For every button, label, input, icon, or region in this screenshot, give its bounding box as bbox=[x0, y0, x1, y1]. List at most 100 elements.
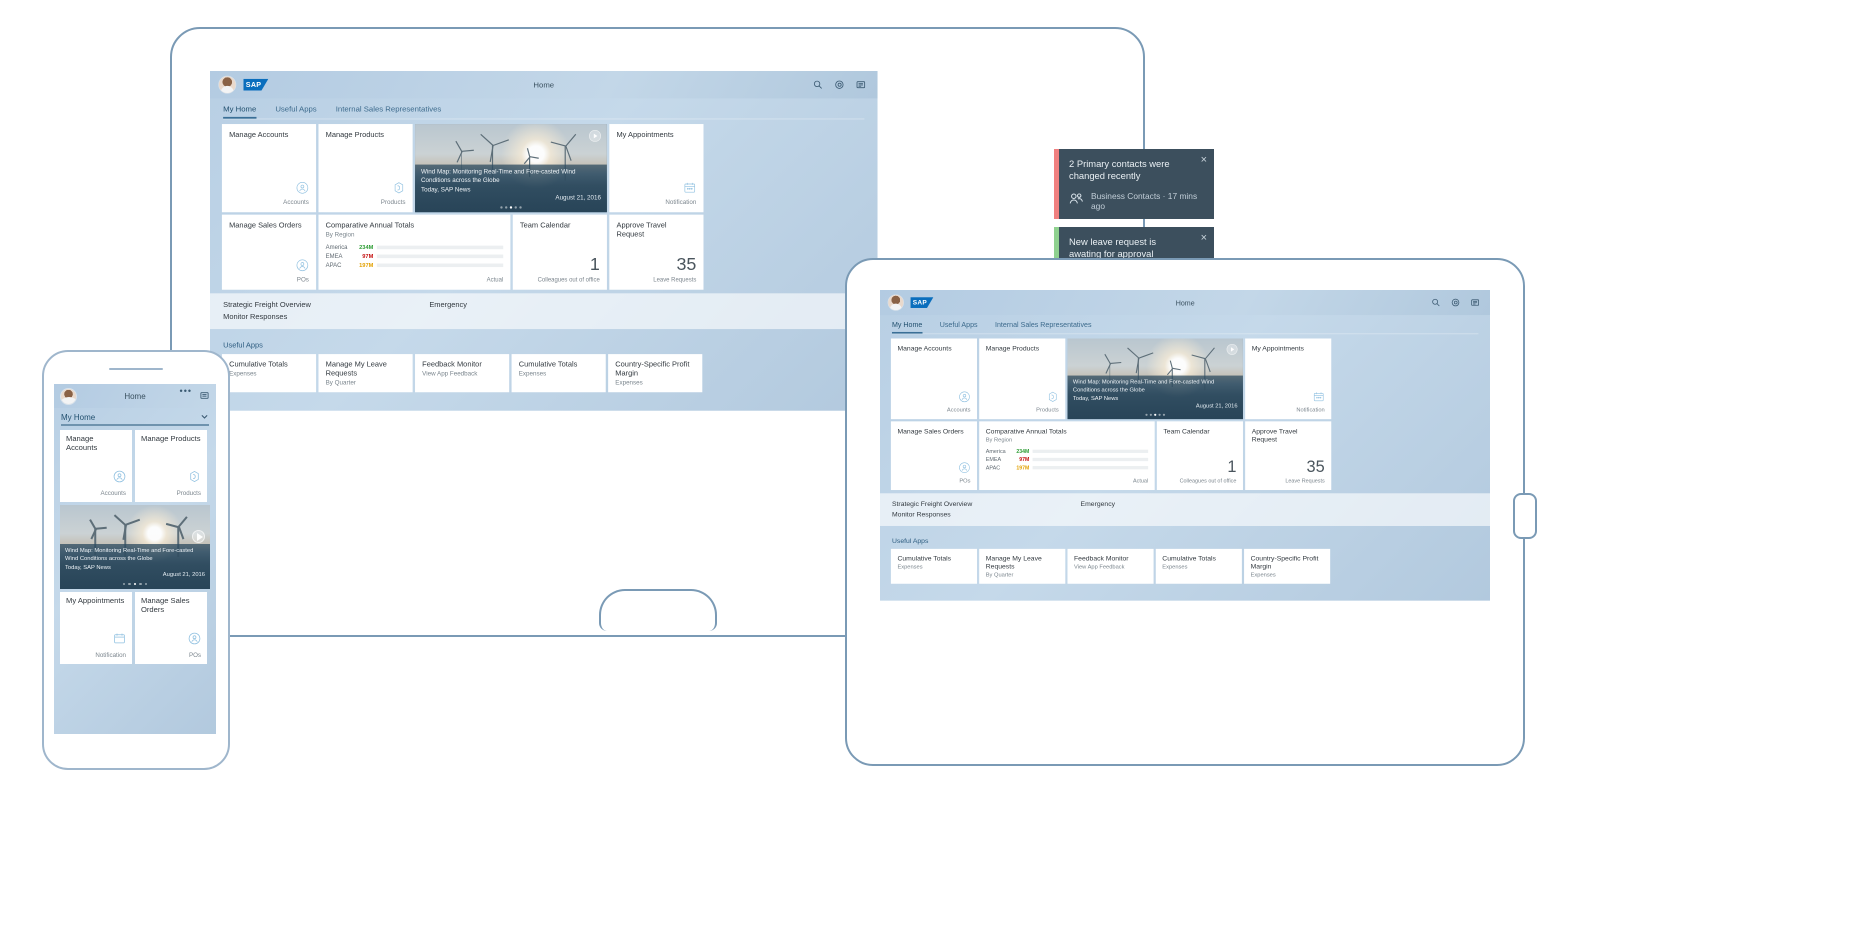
side-button[interactable] bbox=[1513, 493, 1537, 539]
tile-cumulative-totals-2[interactable]: Cumulative Totals Expenses bbox=[511, 354, 606, 393]
tile-title: Approve Travel Request bbox=[616, 221, 667, 239]
phone-group-bar[interactable]: My Home bbox=[54, 408, 216, 426]
carousel-dots[interactable] bbox=[60, 582, 210, 585]
carousel-dot-active[interactable] bbox=[509, 206, 513, 209]
carousel-dot[interactable] bbox=[500, 206, 503, 209]
tile-feedback-monitor[interactable]: Feedback Monitor View App Feedback bbox=[1067, 548, 1154, 584]
sap-logo-text: SAP bbox=[245, 80, 262, 89]
tab-my-home[interactable]: My Home bbox=[891, 315, 922, 334]
tile-manage-sales-orders[interactable]: Manage Sales Orders POs bbox=[890, 421, 978, 491]
carousel-dot[interactable] bbox=[1149, 413, 1152, 416]
link-emergency[interactable]: Emergency bbox=[1081, 500, 1115, 508]
ellipsis-icon[interactable]: ••• bbox=[180, 387, 192, 405]
page-title: Home bbox=[1175, 298, 1195, 307]
tile-manage-accounts[interactable]: Manage Accounts Accounts bbox=[221, 124, 317, 213]
sap-logo: SAP bbox=[910, 297, 934, 308]
carousel-dot[interactable] bbox=[505, 206, 508, 209]
tile-cumulative-totals-1[interactable]: Cumulative Totals Expenses bbox=[221, 354, 317, 393]
tab-useful-apps-label: Useful Apps bbox=[939, 320, 978, 329]
phone-speaker bbox=[109, 368, 163, 370]
notification-meta: Business Contacts · 17 mins ago bbox=[1091, 191, 1198, 212]
useful-apps-row: Cumulative Totals Expenses Manage My Lea… bbox=[210, 354, 878, 393]
list-icon[interactable] bbox=[856, 80, 866, 90]
close-icon[interactable]: × bbox=[1201, 154, 1207, 166]
list-icon[interactable] bbox=[200, 387, 209, 405]
tile-manage-products[interactable]: Manage Products Products bbox=[318, 124, 413, 213]
tile-kpi-caption: Leave Requests bbox=[653, 276, 697, 284]
carousel-dot[interactable] bbox=[122, 582, 126, 585]
phone-tile-manage-products[interactable]: Manage Products Products bbox=[135, 430, 207, 502]
notification-card-primary-contacts[interactable]: 2 Primary contacts were changed recently… bbox=[1054, 149, 1214, 219]
tile-cumulative-totals-1[interactable]: Cumulative Totals Expenses bbox=[890, 548, 978, 584]
tile-approve-travel-request[interactable]: Approve Travel Request 35 Leave Requests bbox=[609, 214, 704, 290]
tile-subtitle: By Quarter bbox=[985, 571, 1014, 579]
link-strategic-freight-overview[interactable]: Strategic Freight Overview bbox=[223, 300, 372, 308]
carousel-dots[interactable] bbox=[1067, 413, 1242, 416]
tile-footer-label: Products bbox=[176, 490, 201, 497]
tile-country-specific-profit-margin[interactable]: Country-Specific Profit Margin Expenses bbox=[608, 354, 703, 393]
tile-news-wind-map[interactable]: Wind Map: Monitoring Real-Time and Fore-… bbox=[415, 124, 607, 213]
phone-tile-manage-accounts[interactable]: Manage Accounts Accounts bbox=[60, 430, 132, 502]
device-tablet-small: SAP Home My Home Useful Apps Internal Sa… bbox=[845, 258, 1537, 766]
tile-manage-my-leave-requests[interactable]: Manage My Leave Requests By Quarter bbox=[318, 354, 413, 393]
chart-value-label: 234M bbox=[1016, 448, 1030, 455]
tab-useful-apps[interactable]: Useful Apps bbox=[940, 315, 978, 334]
chart-category-label: America bbox=[985, 448, 1006, 455]
carousel-dot-active[interactable] bbox=[1154, 413, 1157, 416]
tile-cumulative-totals-2[interactable]: Cumulative Totals Expenses bbox=[1155, 548, 1242, 584]
tab-useful-apps[interactable]: Useful Apps bbox=[275, 98, 316, 118]
link-monitor-responses[interactable]: Monitor Responses bbox=[223, 312, 864, 320]
tile-kpi-value: 35 bbox=[676, 254, 697, 275]
play-icon[interactable] bbox=[192, 530, 205, 543]
avatar[interactable] bbox=[60, 387, 77, 405]
tile-manage-accounts[interactable]: Manage Accounts Accounts bbox=[890, 338, 978, 420]
avatar[interactable] bbox=[887, 294, 904, 311]
phone-tile-my-appointments[interactable]: My Appointments Notification bbox=[60, 592, 132, 664]
play-icon[interactable] bbox=[589, 130, 601, 142]
home-button[interactable] bbox=[598, 589, 717, 631]
list-icon[interactable] bbox=[1471, 298, 1480, 307]
carousel-dot[interactable] bbox=[128, 582, 131, 585]
carousel-dot[interactable] bbox=[139, 582, 142, 585]
target-icon[interactable] bbox=[835, 80, 845, 90]
tile-team-calendar[interactable]: Team Calendar 1 Colleagues out of office bbox=[1156, 421, 1243, 491]
phone-tile-news[interactable]: Wind Map: Monitoring Real-Time and Fore-… bbox=[60, 505, 210, 589]
carousel-dots[interactable] bbox=[415, 206, 607, 209]
tile-approve-travel-request[interactable]: Approve Travel Request 35 Leave Requests bbox=[1245, 421, 1332, 491]
tab-my-home[interactable]: My Home bbox=[223, 98, 256, 119]
tile-my-appointments[interactable]: My Appointments Notification bbox=[1245, 338, 1332, 420]
group-title-useful-apps: Useful Apps bbox=[891, 536, 929, 545]
notification-stack: 2 Primary contacts were changed recently… bbox=[1054, 149, 1214, 265]
search-icon[interactable] bbox=[813, 80, 823, 90]
avatar[interactable] bbox=[218, 75, 237, 94]
tile-manage-my-leave-requests[interactable]: Manage My Leave Requests By Quarter bbox=[979, 548, 1066, 584]
carousel-dot[interactable] bbox=[1162, 413, 1166, 416]
chart-category-label: EMEA bbox=[985, 456, 1002, 463]
tile-team-calendar[interactable]: Team Calendar 1 Colleagues out of office bbox=[512, 214, 607, 290]
carousel-dot[interactable] bbox=[144, 582, 148, 585]
tile-feedback-monitor[interactable]: Feedback Monitor View App Feedback bbox=[415, 354, 510, 393]
tile-comparative-annual-totals[interactable]: Comparative Annual Totals By Region Amer… bbox=[318, 214, 511, 290]
carousel-dot[interactable] bbox=[514, 206, 517, 209]
carousel-dot-active[interactable] bbox=[133, 582, 137, 585]
tile-country-specific-profit-margin[interactable]: Country-Specific Profit Margin Expenses bbox=[1244, 548, 1331, 584]
carousel-dot[interactable] bbox=[519, 206, 522, 209]
carousel-dot[interactable] bbox=[1158, 413, 1161, 416]
tile-title: Manage Accounts bbox=[66, 434, 98, 452]
tab-internal-sales-representatives[interactable]: Internal Sales Representatives bbox=[995, 315, 1091, 334]
close-icon[interactable]: × bbox=[1201, 232, 1207, 244]
tab-internal-sales-representatives[interactable]: Internal Sales Representatives bbox=[336, 98, 442, 118]
tile-comparative-annual-totals[interactable]: Comparative Annual Totals By Region Amer… bbox=[979, 421, 1155, 491]
carousel-dot[interactable] bbox=[1145, 413, 1148, 416]
target-icon[interactable] bbox=[1451, 298, 1460, 307]
link-emergency[interactable]: Emergency bbox=[429, 300, 467, 308]
tile-news-wind-map[interactable]: Wind Map: Monitoring Real-Time and Fore-… bbox=[1067, 338, 1243, 420]
tile-manage-sales-orders[interactable]: Manage Sales Orders POs bbox=[221, 214, 317, 290]
tile-manage-products[interactable]: Manage Products Products bbox=[979, 338, 1066, 420]
play-icon[interactable] bbox=[1226, 343, 1238, 355]
link-monitor-responses[interactable]: Monitor Responses bbox=[892, 511, 1478, 519]
link-strategic-freight-overview[interactable]: Strategic Freight Overview bbox=[892, 500, 1028, 508]
phone-tile-manage-sales-orders[interactable]: Manage Sales Orders POs bbox=[135, 592, 207, 664]
search-icon[interactable] bbox=[1432, 298, 1441, 307]
tile-my-appointments[interactable]: My Appointments Notification bbox=[609, 124, 704, 213]
